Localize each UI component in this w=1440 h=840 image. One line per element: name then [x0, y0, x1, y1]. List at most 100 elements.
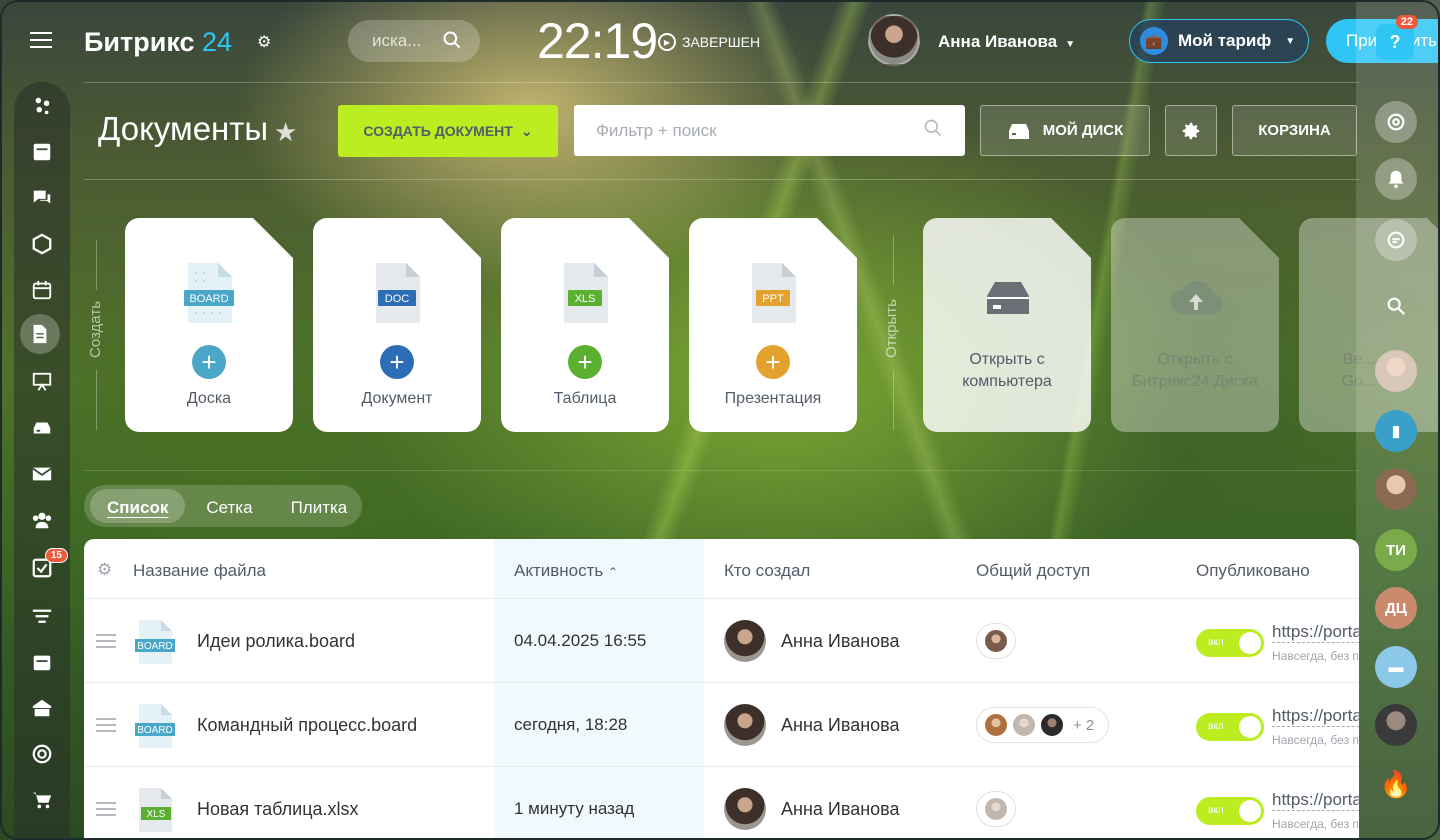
view-switcher: Список Сетка Плитка	[84, 485, 362, 527]
open-from-bitrix24-disk-card[interactable]: Открыть с Битрикс24.Диска	[1111, 218, 1279, 432]
logo-settings-icon[interactable]: ⚙	[257, 32, 271, 52]
contact-avatar[interactable]	[1375, 704, 1417, 746]
chat-icon[interactable]	[28, 184, 56, 212]
target-icon[interactable]	[28, 740, 56, 768]
publish-toggle[interactable]: вкл	[1196, 713, 1264, 741]
clock[interactable]: 22:19	[537, 12, 658, 70]
help-icon[interactable]: ? 22	[1376, 15, 1418, 60]
workday-status[interactable]: ▶ ЗАВЕРШЕН	[658, 33, 760, 51]
creator-name[interactable]: Анна Иванова	[781, 799, 900, 820]
file-name-link[interactable]: Идеи ролика.board	[197, 631, 355, 652]
svg-text:XLS: XLS	[147, 809, 166, 820]
table-row[interactable]: BOARD Командный процесс.board сегодня, 1…	[84, 682, 1359, 766]
disk-icon	[1008, 123, 1029, 139]
my-disk-button[interactable]: МОЙ ДИСК	[980, 105, 1150, 156]
svg-text:BOARD: BOARD	[137, 725, 173, 736]
settings-gear-icon[interactable]	[1165, 105, 1217, 156]
cloud-upload-icon	[1171, 281, 1223, 314]
news-icon[interactable]	[28, 138, 56, 166]
messenger-icon[interactable]	[1375, 219, 1417, 261]
drag-handle-icon[interactable]	[96, 634, 116, 652]
column-header-name[interactable]: Название файла	[133, 561, 266, 581]
calendar-icon[interactable]	[28, 276, 56, 304]
creator-name[interactable]: Анна Иванова	[781, 631, 900, 652]
publish-toggle[interactable]: вкл	[1196, 629, 1264, 657]
public-link[interactable]: https://portal2.bitrix24.ru/	[1272, 790, 1359, 811]
tab-list[interactable]: Список	[90, 489, 186, 523]
documents-icon[interactable]	[20, 314, 60, 354]
copilot-icon[interactable]	[1375, 101, 1417, 143]
search-icon	[923, 118, 943, 143]
card-label: Документ	[361, 390, 433, 407]
xls-file-icon: XLS	[139, 788, 172, 832]
user-avatar[interactable]	[868, 14, 920, 66]
bitrix24-logo[interactable]: Битрикс 24	[84, 27, 232, 58]
create-document-card[interactable]: DOC + Документ	[313, 218, 481, 432]
card-label: Презентация	[724, 390, 822, 407]
file-name-link[interactable]: Новая таблица.xlsx	[197, 799, 359, 820]
board-file-icon: BOARD	[135, 704, 175, 748]
shared-access-avatars[interactable]	[976, 623, 1016, 659]
contact-avatar[interactable]	[1375, 468, 1417, 510]
drag-handle-icon[interactable]	[96, 718, 116, 736]
column-header-activity[interactable]: Активность ⌃	[514, 561, 618, 581]
board-file-icon: BOARD	[184, 263, 234, 323]
creator-avatar[interactable]	[724, 704, 766, 746]
fire-icon[interactable]: 🔥	[1375, 763, 1417, 805]
creator-name[interactable]: Анна Иванова	[781, 715, 900, 736]
open-from-computer-card[interactable]: Открыть с компьютера	[923, 218, 1091, 432]
publish-toggle[interactable]: вкл	[1196, 797, 1264, 825]
shared-access-avatars[interactable]: + 2	[976, 707, 1110, 743]
user-menu[interactable]: Анна Иванова ▼	[938, 32, 1075, 52]
planner-icon[interactable]	[28, 648, 56, 676]
table-row[interactable]: BOARD Идеи ролика.board 04.04.2025 16:55…	[84, 598, 1359, 682]
left-sidebar: 15	[0, 0, 80, 840]
creator-avatar[interactable]	[724, 620, 766, 662]
search-icon	[442, 30, 462, 55]
feed-icon[interactable]	[28, 92, 56, 120]
filter-search-input[interactable]: Фильтр + поиск	[574, 105, 965, 156]
contact-avatar[interactable]	[1375, 350, 1417, 392]
create-document-button[interactable]: СОЗДАТЬ ДОКУМЕНТ ⌄	[338, 105, 558, 157]
company-icon[interactable]	[28, 694, 56, 722]
search-icon[interactable]	[1375, 285, 1417, 327]
chat-bubble-icon[interactable]: ▬	[1375, 646, 1417, 688]
menu-burger-icon[interactable]	[30, 32, 52, 50]
column-header-creator[interactable]: Кто создал	[724, 561, 810, 581]
hexagon-icon[interactable]	[28, 230, 56, 258]
creator-avatar[interactable]	[724, 788, 766, 830]
trash-button[interactable]: КОРЗИНА	[1232, 105, 1357, 156]
disk-icon[interactable]	[28, 414, 56, 442]
link-expiry: Навсегда, без пароля	[1272, 817, 1359, 831]
svg-text:DOC: DOC	[385, 293, 410, 305]
contact-avatar-initials[interactable]: ДЦ	[1375, 587, 1417, 629]
create-spreadsheet-card[interactable]: XLS + Таблица	[501, 218, 669, 432]
create-presentation-card[interactable]: PPT + Презентация	[689, 218, 857, 432]
table-row[interactable]: XLS Новая таблица.xlsx 1 минуту назад Ан…	[84, 766, 1359, 840]
public-link[interactable]: https://portal2.bitrix24.ru/	[1272, 622, 1359, 643]
bookmark-icon[interactable]: ▮	[1375, 410, 1417, 452]
play-icon: ▶	[658, 33, 676, 51]
create-board-card[interactable]: BOARD + Доска	[125, 218, 293, 432]
tab-grid[interactable]: Сетка	[189, 489, 269, 523]
tasks-icon[interactable]: 15	[28, 548, 68, 582]
svg-text:PPT: PPT	[762, 293, 784, 305]
favorite-star-icon[interactable]: ★	[274, 117, 297, 148]
employees-icon[interactable]	[28, 506, 56, 534]
file-name-link[interactable]: Командный процесс.board	[197, 715, 417, 736]
public-link[interactable]: https://portal2.bitrix24.ru/	[1272, 706, 1359, 727]
column-header-sharing[interactable]: Общий доступ	[976, 561, 1090, 581]
tariff-button[interactable]: 💼 Мой тариф ▼	[1129, 19, 1309, 63]
header-search[interactable]: иска...	[348, 20, 480, 62]
shared-access-avatars[interactable]	[976, 791, 1016, 827]
presentation-icon[interactable]	[28, 368, 56, 396]
table-settings-gear-icon[interactable]: ⚙	[97, 560, 112, 580]
mail-icon[interactable]	[28, 460, 56, 488]
column-header-published[interactable]: Опубликовано	[1196, 561, 1310, 581]
drag-handle-icon[interactable]	[96, 802, 116, 820]
tab-tiles[interactable]: Плитка	[274, 489, 365, 523]
shop-cart-icon[interactable]	[28, 786, 56, 814]
contact-avatar-initials[interactable]: ТИ	[1375, 529, 1417, 571]
notifications-bell-icon[interactable]	[1375, 158, 1417, 200]
filter-icon[interactable]	[28, 602, 56, 630]
